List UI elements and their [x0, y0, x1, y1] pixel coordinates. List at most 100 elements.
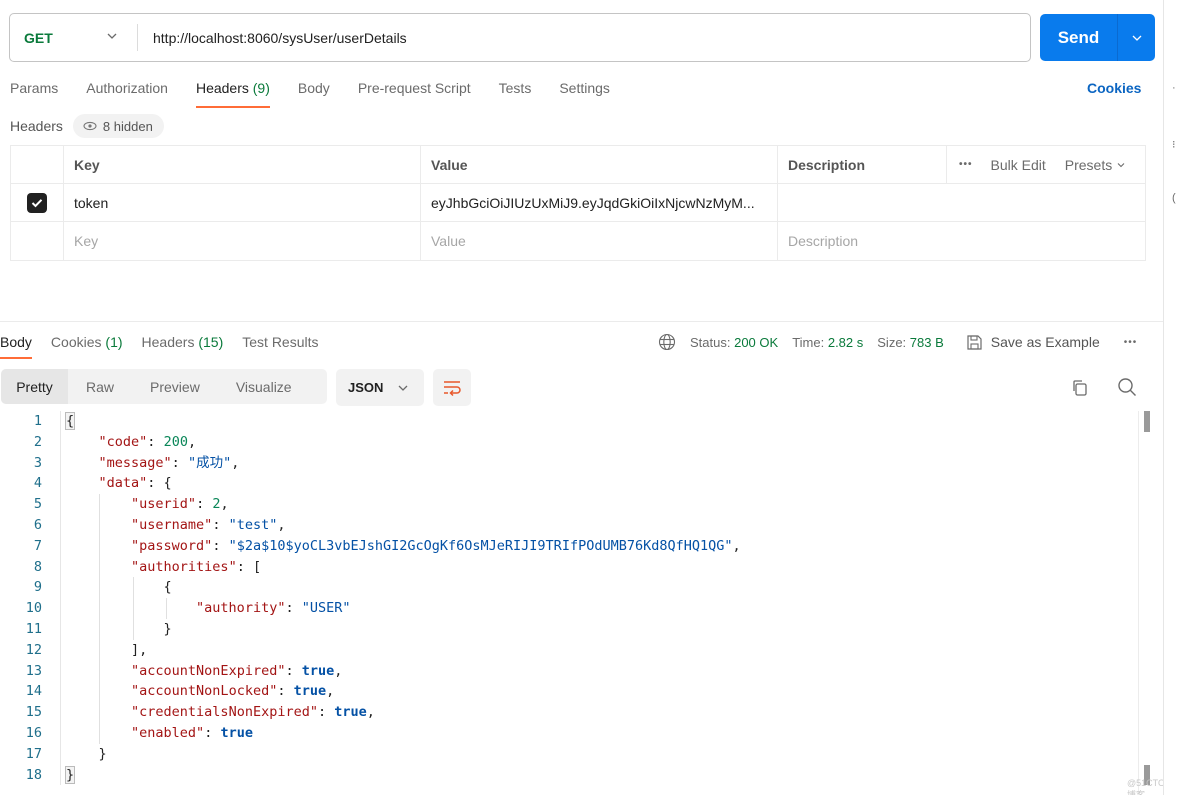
- view-mode-pretty[interactable]: Pretty: [1, 369, 68, 404]
- code-token: :: [285, 600, 302, 617]
- send-button[interactable]: Send: [1040, 14, 1117, 61]
- code-token: "code": [98, 433, 148, 450]
- rail-icon[interactable]: (: [1172, 192, 1176, 204]
- size-readout[interactable]: Size: 783 B: [877, 335, 944, 350]
- chevron-down-icon: [398, 385, 408, 391]
- response-tabs: Body Cookies (1) Headers (15) Test Results: [0, 332, 338, 359]
- code-token: :: [317, 704, 335, 721]
- code-token: ,: [326, 683, 335, 700]
- send-options-button[interactable]: [1118, 14, 1155, 61]
- header-value-cell[interactable]: eyJhbGciOiJIUzUxMiJ9.eyJqdGkiOiIxNjcwNzM…: [421, 184, 778, 221]
- code-line: 5 "userid": 2,: [0, 494, 1140, 515]
- code-token: "credentialsNonExpired": [131, 704, 318, 721]
- code-token: ,: [334, 662, 343, 679]
- bulk-edit-button[interactable]: Bulk Edit: [991, 157, 1046, 173]
- wrap-lines-button[interactable]: [433, 369, 471, 406]
- code-token: "USER": [301, 600, 351, 617]
- indent-guide: [99, 577, 101, 599]
- response-tab-body[interactable]: Body: [0, 332, 32, 359]
- copy-button[interactable]: [1070, 378, 1090, 401]
- code-token: :: [147, 433, 164, 450]
- tab-tests[interactable]: Tests: [499, 78, 532, 108]
- more-icon[interactable]: •••: [959, 159, 973, 170]
- indent-guide: [99, 598, 101, 619]
- line-number: 15: [25, 704, 42, 721]
- code-token: "data": [98, 475, 148, 492]
- tab-pre-request-script[interactable]: Pre-request Script: [358, 78, 471, 108]
- cookies-link[interactable]: Cookies: [1087, 80, 1141, 96]
- chevron-down-icon: [1117, 162, 1125, 167]
- pane-splitter[interactable]: [0, 321, 1163, 322]
- watermark: @51CTO博客: [1127, 778, 1165, 795]
- headers-meta-row: Headers 8 hidden: [10, 114, 164, 138]
- tab-count: (9): [252, 80, 270, 96]
- code-token: :: [196, 496, 213, 513]
- code-line: 6 "username": "test",: [0, 514, 1140, 536]
- editor-scrollbar-thumb[interactable]: [1144, 411, 1150, 432]
- gutter-divider: [60, 743, 61, 765]
- new-description-input[interactable]: Description: [778, 222, 1145, 260]
- globe-icon[interactable]: [658, 333, 676, 351]
- indent-guide: [166, 598, 168, 619]
- response-tab-cookies[interactable]: Cookies (1): [51, 332, 123, 359]
- method-select[interactable]: GET: [10, 14, 137, 61]
- format-select[interactable]: JSON: [336, 369, 424, 406]
- code-token: "$2a$10$yoCL3vbEJshGI2GcOgKf6OsMJeRIJI9T…: [228, 537, 733, 554]
- code-text: "accountNonLocked": true,: [42, 681, 334, 702]
- line-number: 10: [25, 600, 42, 617]
- view-mode-raw[interactable]: Raw: [68, 369, 132, 404]
- save-as-example-button[interactable]: Save as Example: [966, 334, 1100, 351]
- headers-table: Key Value Description ••• Bulk Edit Pres…: [10, 145, 1146, 261]
- url-input[interactable]: [138, 14, 1030, 61]
- status-label: Status:: [690, 334, 731, 350]
- code-text: "data": {: [42, 473, 172, 494]
- tab-authorization[interactable]: Authorization: [86, 78, 168, 108]
- indent-guide: [99, 681, 101, 703]
- code-token: 200: [163, 433, 188, 450]
- line-number: 14: [25, 683, 42, 700]
- send-button-group: Send: [1040, 14, 1155, 61]
- indent-guide: [132, 577, 134, 599]
- new-value-input[interactable]: Value: [421, 222, 778, 260]
- request-tabs: Params Authorization Headers (9) Body Pre-re…: [10, 78, 638, 108]
- header-key-cell[interactable]: token: [64, 184, 421, 221]
- gutter-divider: [60, 473, 61, 495]
- more-options-icon[interactable]: •••: [1124, 337, 1138, 348]
- status-readout[interactable]: Status: 200 OK: [690, 335, 778, 350]
- time-readout[interactable]: Time: 2.82 s: [792, 335, 863, 350]
- rail-icon[interactable]: ·: [1172, 82, 1176, 94]
- header-description-cell[interactable]: [778, 184, 1145, 221]
- indent-guide: [99, 639, 101, 661]
- size-value: 783 B: [909, 334, 944, 350]
- code-line: 2 "code": 200,: [0, 431, 1140, 453]
- request-url-bar: GET: [9, 13, 1031, 62]
- tab-body[interactable]: Body: [298, 78, 330, 108]
- response-tab-headers[interactable]: Headers (15): [142, 332, 224, 359]
- hidden-headers-toggle[interactable]: 8 hidden: [72, 114, 164, 138]
- tab-params[interactable]: Params: [10, 78, 58, 108]
- column-header-description: Description: [778, 146, 947, 183]
- response-body-editor[interactable]: 1{2 "code": 200, 3 "message": "成功", 4 "dat…: [0, 411, 1140, 786]
- code-token: }: [64, 765, 76, 784]
- search-button[interactable]: [1117, 377, 1137, 400]
- view-mode-preview[interactable]: Preview: [132, 369, 218, 404]
- header-enabled-checkbox[interactable]: [27, 192, 47, 213]
- presets-dropdown[interactable]: Presets: [1065, 157, 1126, 173]
- code-text: "password": "$2a$10$yoCL3vbEJshGI2GcOgKf…: [42, 536, 741, 557]
- tab-settings[interactable]: Settings: [559, 78, 610, 108]
- new-key-input[interactable]: Key: [64, 222, 421, 260]
- view-mode-visualize[interactable]: Visualize: [218, 369, 310, 404]
- code-token: }: [98, 745, 107, 762]
- code-token: :: [277, 683, 294, 700]
- checkmark-icon: [31, 198, 43, 207]
- response-tab-test-results[interactable]: Test Results: [242, 332, 318, 359]
- rail-icon[interactable]: ⁝: [1172, 138, 1176, 151]
- code-token: ,: [220, 496, 229, 513]
- tab-headers[interactable]: Headers (9): [195, 78, 270, 108]
- gutter-divider: [60, 764, 61, 786]
- code-token: "authority": [196, 600, 286, 617]
- tab-label: Cookies: [50, 334, 102, 350]
- tab-label: Body: [297, 80, 330, 96]
- code-token: {: [64, 412, 76, 430]
- code-token: "test": [228, 516, 278, 533]
